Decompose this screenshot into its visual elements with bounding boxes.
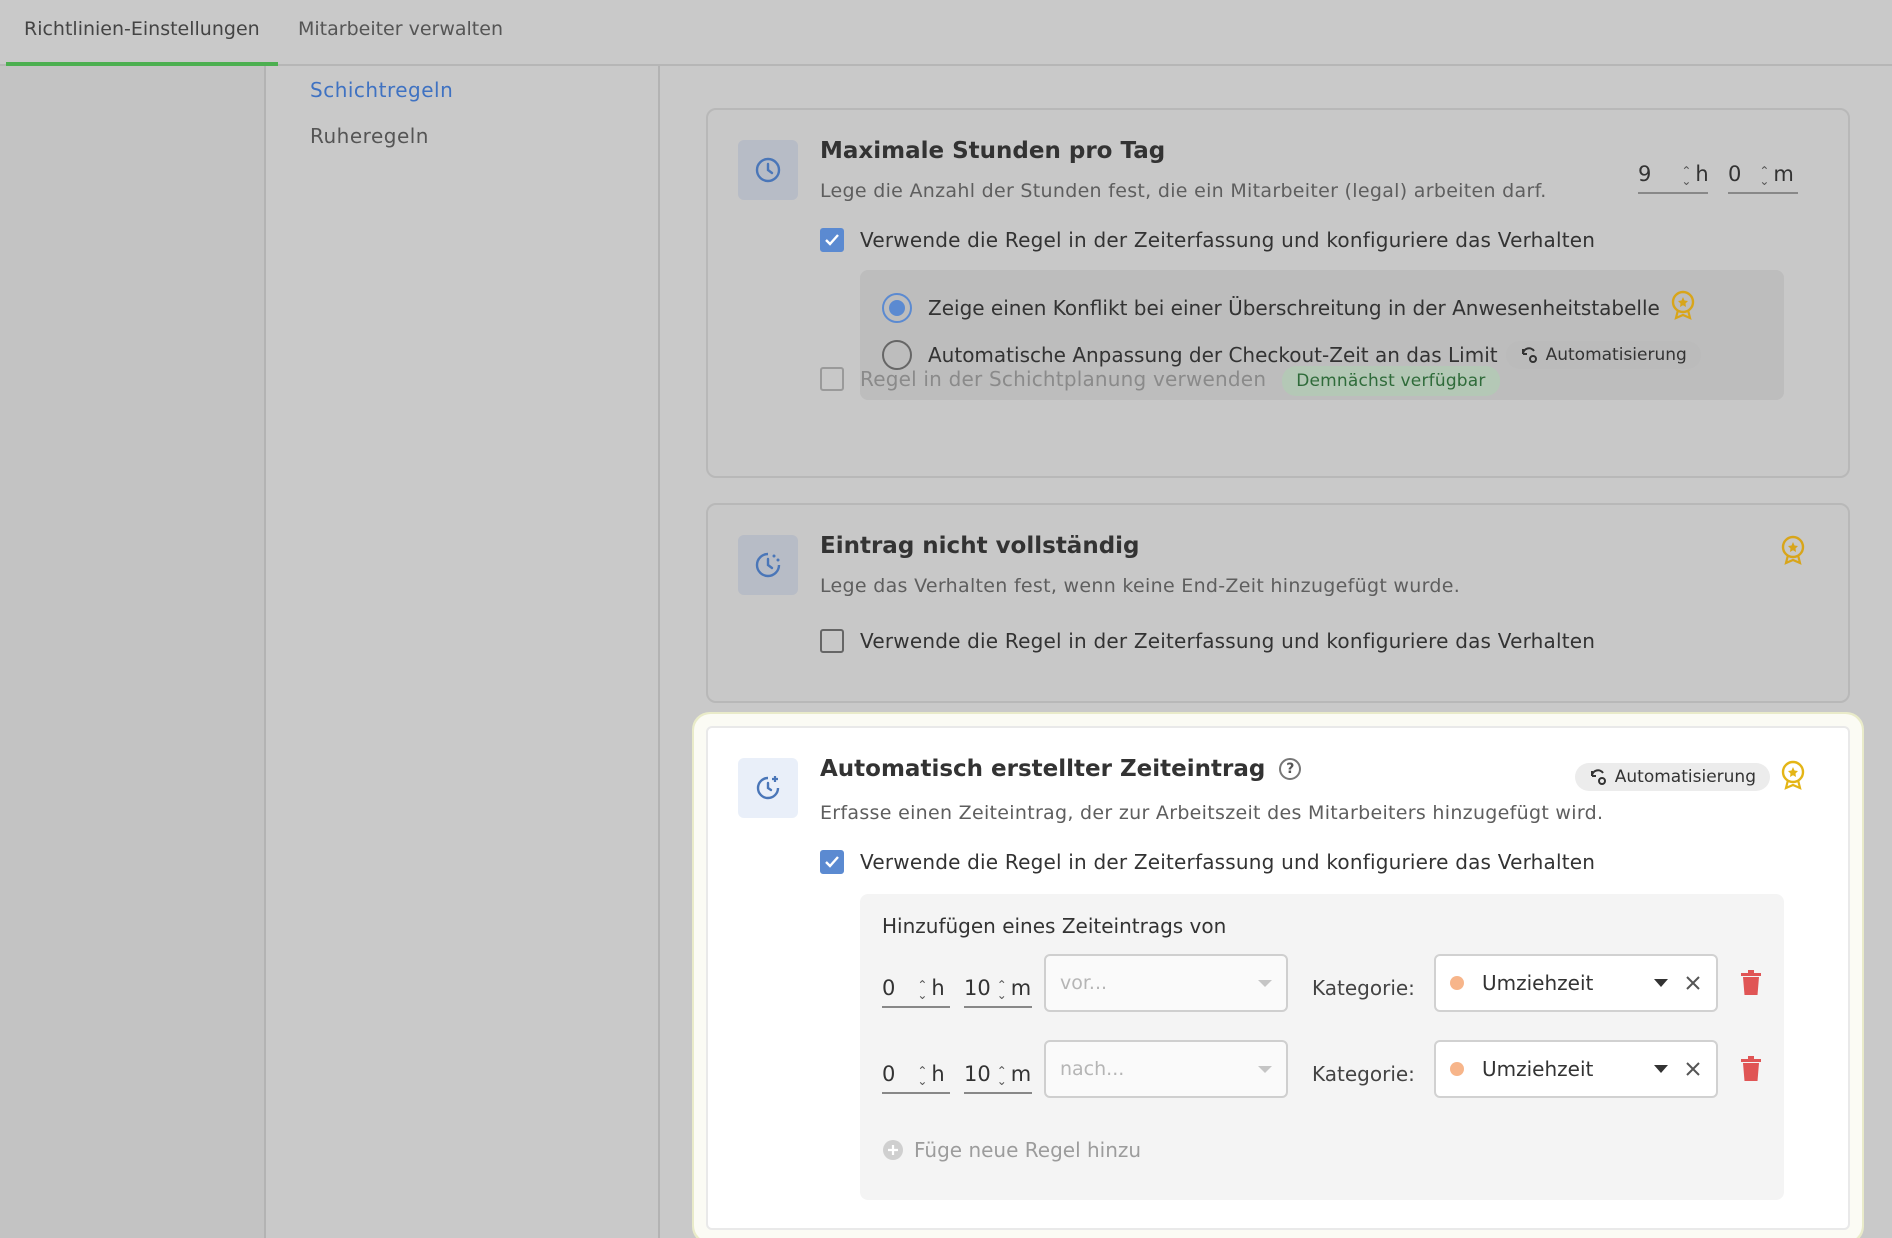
premium-award-icon [1670,290,1696,325]
delete-row-icon[interactable] [1740,1056,1762,1086]
use-rule-label: Verwende die Regel in der Zeiterfassung … [860,629,1596,653]
row1-minutes-input[interactable]: 10 ⌃ ⌄ m [964,976,1032,1008]
add-rule-label: Füge neue Regel hinzu [914,1138,1142,1162]
hours-unit: h [931,1062,945,1086]
chevron-down-icon [1258,1065,1272,1073]
use-rule-label: Verwende die Regel in der Zeiterfassung … [860,228,1596,252]
row2-position-select[interactable]: nach... [1044,1040,1288,1098]
add-rule-button[interactable]: Füge neue Regel hinzu [882,1138,1141,1162]
hours-value: 0 [882,976,896,1000]
use-rule-checkbox[interactable] [820,629,844,653]
card-description: Lege die Anzahl der Stunden fest, die ei… [820,180,1547,202]
clear-icon[interactable] [1684,1060,1702,1078]
use-rule-checkbox[interactable] [820,850,844,874]
row2-hours-input[interactable]: 0 ⌃ ⌄ h [882,1062,950,1094]
tab-mitarbeiter-verwalten[interactable]: Mitarbeiter verwalten [280,0,521,66]
clock-plus-icon [738,758,798,818]
hours-unit: h [931,976,945,1000]
automation-badge: Automatisierung [1574,763,1770,791]
minutes-unit: m [1773,162,1794,186]
card-description: Lege das Verhalten fest, wenn keine End-… [820,575,1461,597]
help-icon[interactable]: ? [1279,758,1302,780]
row1-category-select[interactable]: Umziehzeit [1434,954,1718,1012]
radio-show-conflict[interactable] [882,292,912,323]
minutes-unit: m [1010,1062,1032,1086]
use-rule-timetracking[interactable]: Verwende die Regel in der Zeiterfassung … [820,850,1595,874]
clock-dashed-icon [738,535,798,595]
hours-unit: h [1695,162,1709,186]
chevron-down-icon [1654,979,1668,987]
hours-value: 0 [882,1062,896,1086]
card-title: Eintrag nicht vollständig [820,533,1140,559]
left-sidebar [0,66,266,1238]
subnav-item-ruheregeln[interactable]: Ruheregeln [310,124,429,148]
minutes-value: 10 [964,1062,991,1086]
minutes-stepper[interactable]: ⌃ ⌄ [995,1065,1009,1087]
category-value: Umziehzeit [1482,971,1594,995]
minutes-value: 0 [1728,162,1742,186]
option-show-conflict[interactable]: Zeige einen Konflikt bei einer Überschre… [882,290,1696,325]
tab-richtlinien-einstellungen[interactable]: Richtlinien-Einstellungen [6,0,278,66]
chevron-down-icon [1258,979,1272,987]
hours-stepper[interactable]: ⌃ ⌄ [1679,165,1693,187]
premium-award-icon [1780,535,1806,569]
time-entry-rules: Hinzufügen eines Zeiteintrags von 0 ⌃ ⌄ h… [860,894,1784,1200]
sub-navigation: Schichtregeln Ruheregeln [266,66,660,1238]
hours-input[interactable]: 9 ⌃ ⌄ h [1638,162,1709,194]
card-header-badges: Automatisierung [1574,760,1806,794]
category-color-dot [1450,976,1464,990]
hours-stepper[interactable]: ⌃ ⌄ [915,979,929,1001]
use-rule-timetracking[interactable]: Verwende die Regel in der Zeiterfassung … [820,228,1595,252]
minutes-input[interactable]: 0 ⌃ ⌄ m [1728,162,1798,194]
automation-badge: Automatisierung [1505,341,1701,369]
coming-soon-badge: Demnächst verfügbar [1282,366,1500,396]
category-label: Kategorie: [1312,976,1415,1000]
shift-rule-checkbox [820,367,844,391]
category-label: Kategorie: [1312,1062,1415,1086]
subnav-item-schichtregeln[interactable]: Schichtregeln [310,78,453,102]
automation-label: Automatisierung [1614,767,1756,787]
hours-value: 9 [1638,162,1652,186]
category-value: Umziehzeit [1482,1057,1594,1081]
minutes-value: 10 [964,976,991,1000]
rule-card-incomplete-entry: Eintrag nicht vollständig Lege das Verha… [706,503,1850,703]
clock-icon [738,140,798,200]
clear-icon[interactable] [1684,974,1702,992]
hours-stepper[interactable]: ⌃ ⌄ [915,1065,929,1087]
automation-icon [1521,347,1537,363]
position-placeholder: nach... [1060,1058,1125,1080]
use-rule-label: Verwende die Regel in der Zeiterfassung … [860,850,1596,874]
use-rule-shiftplanning: Regel in der Schichtplanung verwenden De… [820,362,1500,396]
rule-card-max-hours: Maximale Stunden pro Tag Lege die Anzahl… [706,108,1850,478]
position-placeholder: vor... [1060,972,1108,994]
category-color-dot [1450,1062,1464,1076]
use-rule-checkbox[interactable] [820,228,844,252]
row1-position-select[interactable]: vor... [1044,954,1288,1012]
top-tab-bar: Richtlinien-Einstellungen Mitarbeiter ve… [0,0,1892,66]
minutes-unit: m [1010,976,1032,1000]
minutes-stepper[interactable]: ⌃ ⌄ [995,979,1009,1001]
automation-label: Automatisierung [1545,345,1687,365]
row2-category-select[interactable]: Umziehzeit [1434,1040,1718,1098]
card-title: Maximale Stunden pro Tag [820,138,1166,164]
rule-card-auto-time-entry: Automatisch erstellter Zeiteintrag ? Aut… [706,726,1850,1230]
section-title: Hinzufügen eines Zeiteintrags von [882,914,1227,938]
premium-award-icon [1780,760,1806,794]
row2-minutes-input[interactable]: 10 ⌃ ⌄ m [964,1062,1032,1094]
chevron-down-icon [1654,1065,1668,1073]
minutes-stepper[interactable]: ⌃ ⌄ [1757,165,1771,187]
card-description: Erfasse einen Zeiteintrag, der zur Arbei… [820,802,1604,824]
delete-row-icon[interactable] [1740,970,1762,1000]
plus-circle-icon [883,1140,903,1160]
card-title-row: Automatisch erstellter Zeiteintrag ? [820,756,1302,782]
automation-icon [1590,769,1606,785]
card-title: Automatisch erstellter Zeiteintrag [820,756,1266,782]
row1-hours-input[interactable]: 0 ⌃ ⌄ h [882,976,950,1008]
use-rule-timetracking[interactable]: Verwende die Regel in der Zeiterfassung … [820,629,1595,653]
option-show-conflict-label: Zeige einen Konflikt bei einer Überschre… [928,295,1660,320]
shift-rule-label: Regel in der Schichtplanung verwenden [860,367,1267,391]
